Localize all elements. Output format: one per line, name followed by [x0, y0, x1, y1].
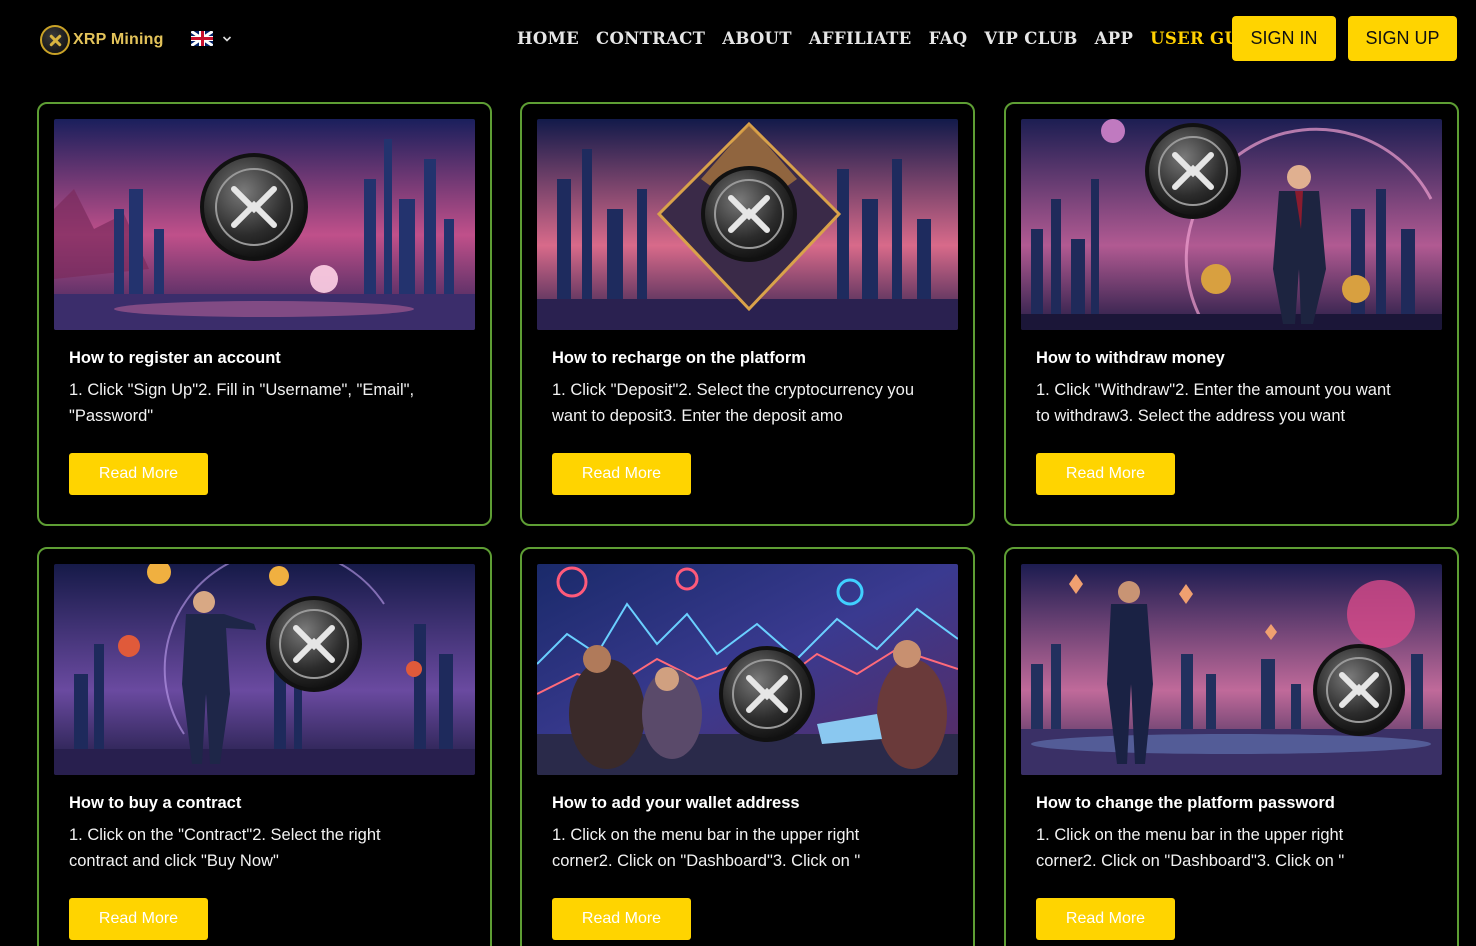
- guide-card-wallet-address: How to add your wallet address 1. Click …: [520, 547, 975, 946]
- guide-description: 1. Click on the menu bar in the upper ri…: [552, 826, 861, 870]
- nav-vip-club[interactable]: VIP CLUB: [984, 28, 1077, 50]
- businessman-xrp-coin-image: [1021, 119, 1442, 330]
- read-more-button[interactable]: Read More: [552, 898, 691, 940]
- man-standing-xrp-coin-image: [1021, 564, 1442, 775]
- nav-home[interactable]: HOME: [517, 28, 579, 50]
- guide-card-register: How to register an account 1. Click "Sig…: [37, 102, 492, 526]
- guide-image: [1021, 564, 1442, 775]
- read-more-button[interactable]: Read More: [1036, 898, 1175, 940]
- read-more-button[interactable]: Read More: [1036, 453, 1175, 495]
- guide-description: 1. Click "Withdraw"2. Enter the amount y…: [1036, 381, 1391, 425]
- logo-text: XRP Mining: [73, 31, 164, 48]
- sign-in-button[interactable]: SIGN IN: [1232, 16, 1336, 61]
- guide-card-withdraw: How to withdraw money 1. Click "Withdraw…: [1004, 102, 1459, 526]
- xrp-coin-diamond-city-image: [537, 119, 958, 330]
- nav-affiliate[interactable]: AFFILIATE: [809, 28, 912, 50]
- guide-image: [54, 564, 475, 775]
- nav-about[interactable]: ABOUT: [722, 28, 792, 50]
- read-more-button[interactable]: Read More: [69, 898, 208, 940]
- nav-contract[interactable]: CONTRACT: [596, 28, 705, 50]
- guide-title: How to add your wallet address: [552, 794, 800, 812]
- guide-title: How to buy a contract: [69, 794, 242, 812]
- guide-description: 1. Click "Sign Up"2. Fill in "Username",…: [69, 381, 415, 425]
- guide-card-buy-contract: How to buy a contract 1. Click on the "C…: [37, 547, 492, 946]
- chevron-down-icon: [222, 35, 232, 42]
- guide-title: How to register an account: [69, 349, 281, 367]
- logo[interactable]: XRP Mining: [40, 25, 164, 55]
- nav-faq[interactable]: FAQ: [929, 28, 968, 50]
- guide-card-recharge: How to recharge on the platform 1. Click…: [520, 102, 975, 526]
- guide-image: [537, 119, 958, 330]
- guide-description: 1. Click "Deposit"2. Select the cryptocu…: [552, 381, 915, 425]
- uk-flag-icon: [191, 31, 213, 46]
- guide-title: How to recharge on the platform: [552, 349, 806, 367]
- sign-up-button[interactable]: SIGN UP: [1348, 16, 1457, 61]
- read-more-button[interactable]: Read More: [69, 453, 208, 495]
- guide-image: [54, 119, 475, 330]
- guide-title: How to withdraw money: [1036, 349, 1225, 367]
- guide-description: 1. Click on the "Contract"2. Select the …: [69, 826, 381, 870]
- xrp-coin-city-sunset-image: [54, 119, 475, 330]
- language-selector[interactable]: [191, 31, 232, 46]
- xrp-logo-icon: [40, 25, 70, 55]
- guide-title: How to change the platform password: [1036, 794, 1335, 812]
- nav-app[interactable]: APP: [1095, 28, 1134, 50]
- man-pointing-xrp-coin-image: [54, 564, 475, 775]
- site-header: XRP Mining HOME CONTRACT ABOUT AFFILIATE…: [0, 0, 1476, 78]
- guide-card-change-password: How to change the platform password 1. C…: [1004, 547, 1459, 946]
- guide-image: [537, 564, 958, 775]
- read-more-button[interactable]: Read More: [552, 453, 691, 495]
- people-laptops-xrp-coin-image: [537, 564, 958, 775]
- guide-description: 1. Click on the menu bar in the upper ri…: [1036, 826, 1345, 870]
- guide-image: [1021, 119, 1442, 330]
- main-nav: HOME CONTRACT ABOUT AFFILIATE FAQ VIP CL…: [517, 28, 1275, 50]
